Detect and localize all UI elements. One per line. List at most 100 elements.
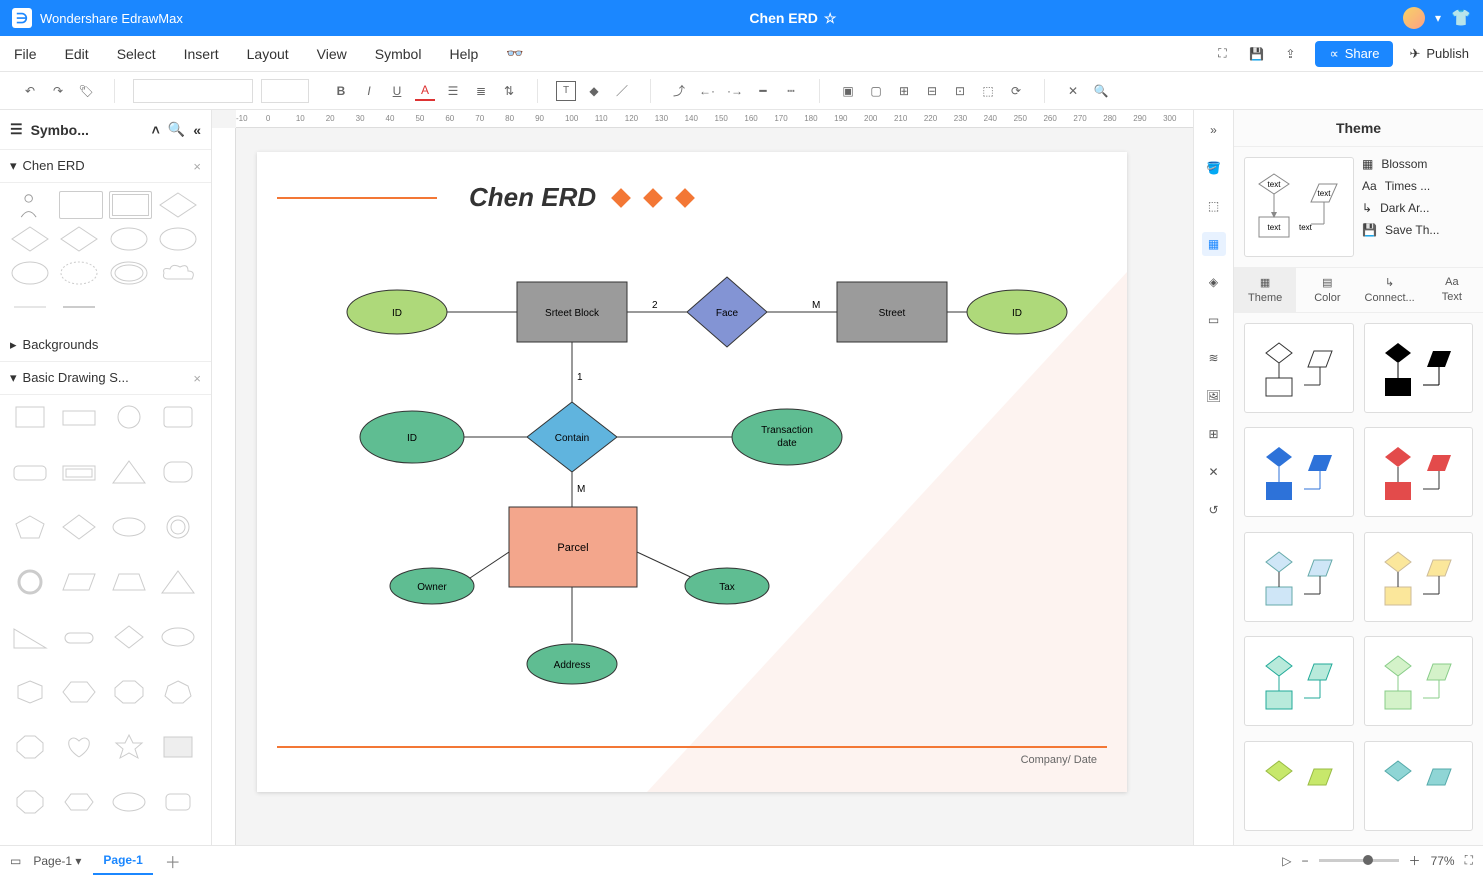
avatar[interactable] bbox=[1403, 7, 1425, 29]
format-icon[interactable]: ⬚ bbox=[1202, 194, 1226, 218]
paintbucket-icon[interactable]: 🪣 bbox=[1202, 156, 1226, 180]
tab-connector[interactable]: ↳Connect... bbox=[1359, 268, 1421, 312]
export-icon[interactable]: ⇪ bbox=[1281, 45, 1299, 63]
chevron-up-icon[interactable]: ˄ bbox=[152, 122, 160, 138]
distribute-icon[interactable]: ⊡ bbox=[950, 81, 970, 101]
bring-front-icon[interactable]: ▢ bbox=[866, 81, 886, 101]
underline-icon[interactable]: U bbox=[387, 81, 407, 101]
presentation-icon[interactable]: ▭ bbox=[1202, 308, 1226, 332]
menu-glasses-icon[interactable]: 👓 bbox=[506, 45, 523, 62]
bshape[interactable] bbox=[158, 623, 198, 651]
textbox-icon[interactable]: T bbox=[556, 81, 576, 101]
tab-text[interactable]: AaText bbox=[1421, 268, 1483, 312]
bshape[interactable] bbox=[109, 568, 149, 596]
theme-card[interactable] bbox=[1244, 741, 1354, 831]
expand-left-icon[interactable]: » bbox=[1202, 118, 1226, 142]
theme-card[interactable] bbox=[1244, 323, 1354, 413]
bshape[interactable] bbox=[10, 678, 50, 706]
menu-insert[interactable]: Insert bbox=[184, 46, 219, 62]
image-icon[interactable]: 🖼 bbox=[1202, 384, 1226, 408]
menu-view[interactable]: View bbox=[317, 46, 347, 62]
arrow-end-icon[interactable]: ·→ bbox=[725, 81, 745, 101]
bshape[interactable] bbox=[59, 788, 99, 816]
play-icon[interactable]: ▷ bbox=[1282, 854, 1291, 868]
align-icon[interactable]: ≣ bbox=[471, 81, 491, 101]
theme-card[interactable] bbox=[1244, 636, 1354, 726]
node-txdate[interactable] bbox=[732, 409, 842, 465]
shape-multival[interactable] bbox=[10, 259, 50, 287]
bshape[interactable] bbox=[158, 678, 198, 706]
page-tab[interactable]: Page-1 bbox=[93, 846, 152, 875]
bshape[interactable] bbox=[109, 513, 149, 541]
shape-attribute-oval2[interactable] bbox=[158, 225, 198, 253]
dropdown-caret-icon[interactable]: ▾ bbox=[1435, 11, 1441, 25]
font-family-select[interactable] bbox=[133, 79, 253, 103]
bshape[interactable] bbox=[109, 678, 149, 706]
theme-card[interactable] bbox=[1364, 532, 1474, 622]
menu-select[interactable]: Select bbox=[117, 46, 156, 62]
bshape[interactable] bbox=[10, 403, 50, 431]
theme-card[interactable] bbox=[1364, 323, 1474, 413]
database-icon[interactable]: ≋ bbox=[1202, 346, 1226, 370]
section-basic[interactable]: ▾Basic Drawing S... × bbox=[0, 362, 211, 395]
group-icon[interactable]: ⊞ bbox=[894, 81, 914, 101]
bold-icon[interactable]: B bbox=[331, 81, 351, 101]
send-back-icon[interactable]: ▣ bbox=[838, 81, 858, 101]
menu-help[interactable]: Help bbox=[449, 46, 478, 62]
zoom-out-icon[interactable]: − bbox=[1302, 854, 1309, 868]
bshape[interactable] bbox=[10, 568, 50, 596]
theme-card[interactable] bbox=[1364, 636, 1474, 726]
shape-line1[interactable] bbox=[10, 293, 50, 321]
align-objects-icon[interactable]: ⊟ bbox=[922, 81, 942, 101]
tab-theme[interactable]: ▦Theme bbox=[1234, 268, 1296, 312]
menu-layout[interactable]: Layout bbox=[247, 46, 289, 62]
shuffle-icon[interactable]: ✕ bbox=[1202, 460, 1226, 484]
font-size-select[interactable] bbox=[261, 79, 309, 103]
canvas-area[interactable]: -100102030405060708090100110120130140150… bbox=[212, 110, 1193, 845]
arrow-start-icon[interactable]: ←· bbox=[697, 81, 717, 101]
shape-cloud[interactable] bbox=[158, 259, 198, 287]
layers-icon[interactable]: ◈ bbox=[1202, 270, 1226, 294]
save-theme-row[interactable]: 💾Save Th... bbox=[1362, 223, 1473, 237]
library-icon[interactable]: ☰ bbox=[10, 121, 23, 138]
bshape[interactable] bbox=[158, 788, 198, 816]
fill-icon[interactable]: ◆ bbox=[584, 81, 604, 101]
bshape[interactable] bbox=[59, 513, 99, 541]
line-weight-icon[interactable]: ━ bbox=[753, 81, 773, 101]
tab-color[interactable]: ▤Color bbox=[1296, 268, 1358, 312]
bshape[interactable] bbox=[59, 733, 99, 761]
settings-icon[interactable]: ✕ bbox=[1063, 81, 1083, 101]
theme-font-row[interactable]: AaTimes ... bbox=[1362, 179, 1473, 193]
format-painter-icon[interactable]: 🏷 bbox=[76, 81, 96, 101]
close-icon[interactable]: × bbox=[193, 371, 201, 386]
bshape[interactable] bbox=[59, 678, 99, 706]
page-select[interactable]: Page-1 ▾ bbox=[33, 854, 81, 868]
clipart-icon[interactable]: ⊞ bbox=[1202, 422, 1226, 446]
theme-icon[interactable]: ▦ bbox=[1202, 232, 1226, 256]
bshape[interactable] bbox=[158, 458, 198, 486]
bshape[interactable] bbox=[158, 733, 198, 761]
menu-file[interactable]: File bbox=[14, 46, 37, 62]
shape-derived[interactable] bbox=[59, 259, 99, 287]
section-chen-erd[interactable]: ▾Chen ERD × bbox=[0, 150, 211, 183]
zoom-slider[interactable] bbox=[1319, 859, 1399, 862]
theme-card[interactable] bbox=[1364, 741, 1474, 831]
shape-relationship[interactable] bbox=[158, 191, 198, 219]
shape-attribute-oval[interactable] bbox=[109, 225, 149, 253]
theme-connector-row[interactable]: ↳Dark Ar... bbox=[1362, 201, 1473, 215]
current-theme-preview[interactable]: text text text text bbox=[1244, 157, 1354, 257]
tshirt-icon[interactable]: 👕 bbox=[1451, 8, 1471, 28]
bshape[interactable] bbox=[158, 403, 198, 431]
undo-icon[interactable]: ↶ bbox=[20, 81, 40, 101]
bshape[interactable] bbox=[109, 403, 149, 431]
close-icon[interactable]: × bbox=[193, 159, 201, 174]
bshape[interactable] bbox=[158, 568, 198, 596]
fullscreen-icon[interactable]: ⛶ bbox=[1465, 853, 1473, 868]
add-page-icon[interactable]: ＋ bbox=[165, 849, 181, 873]
menu-edit[interactable]: Edit bbox=[65, 46, 89, 62]
fit-icon[interactable]: ⛶ bbox=[1213, 45, 1231, 63]
bshape[interactable] bbox=[59, 403, 99, 431]
italic-icon[interactable]: I bbox=[359, 81, 379, 101]
bullets-icon[interactable]: ☰ bbox=[443, 81, 463, 101]
shape-entity[interactable] bbox=[59, 191, 102, 219]
